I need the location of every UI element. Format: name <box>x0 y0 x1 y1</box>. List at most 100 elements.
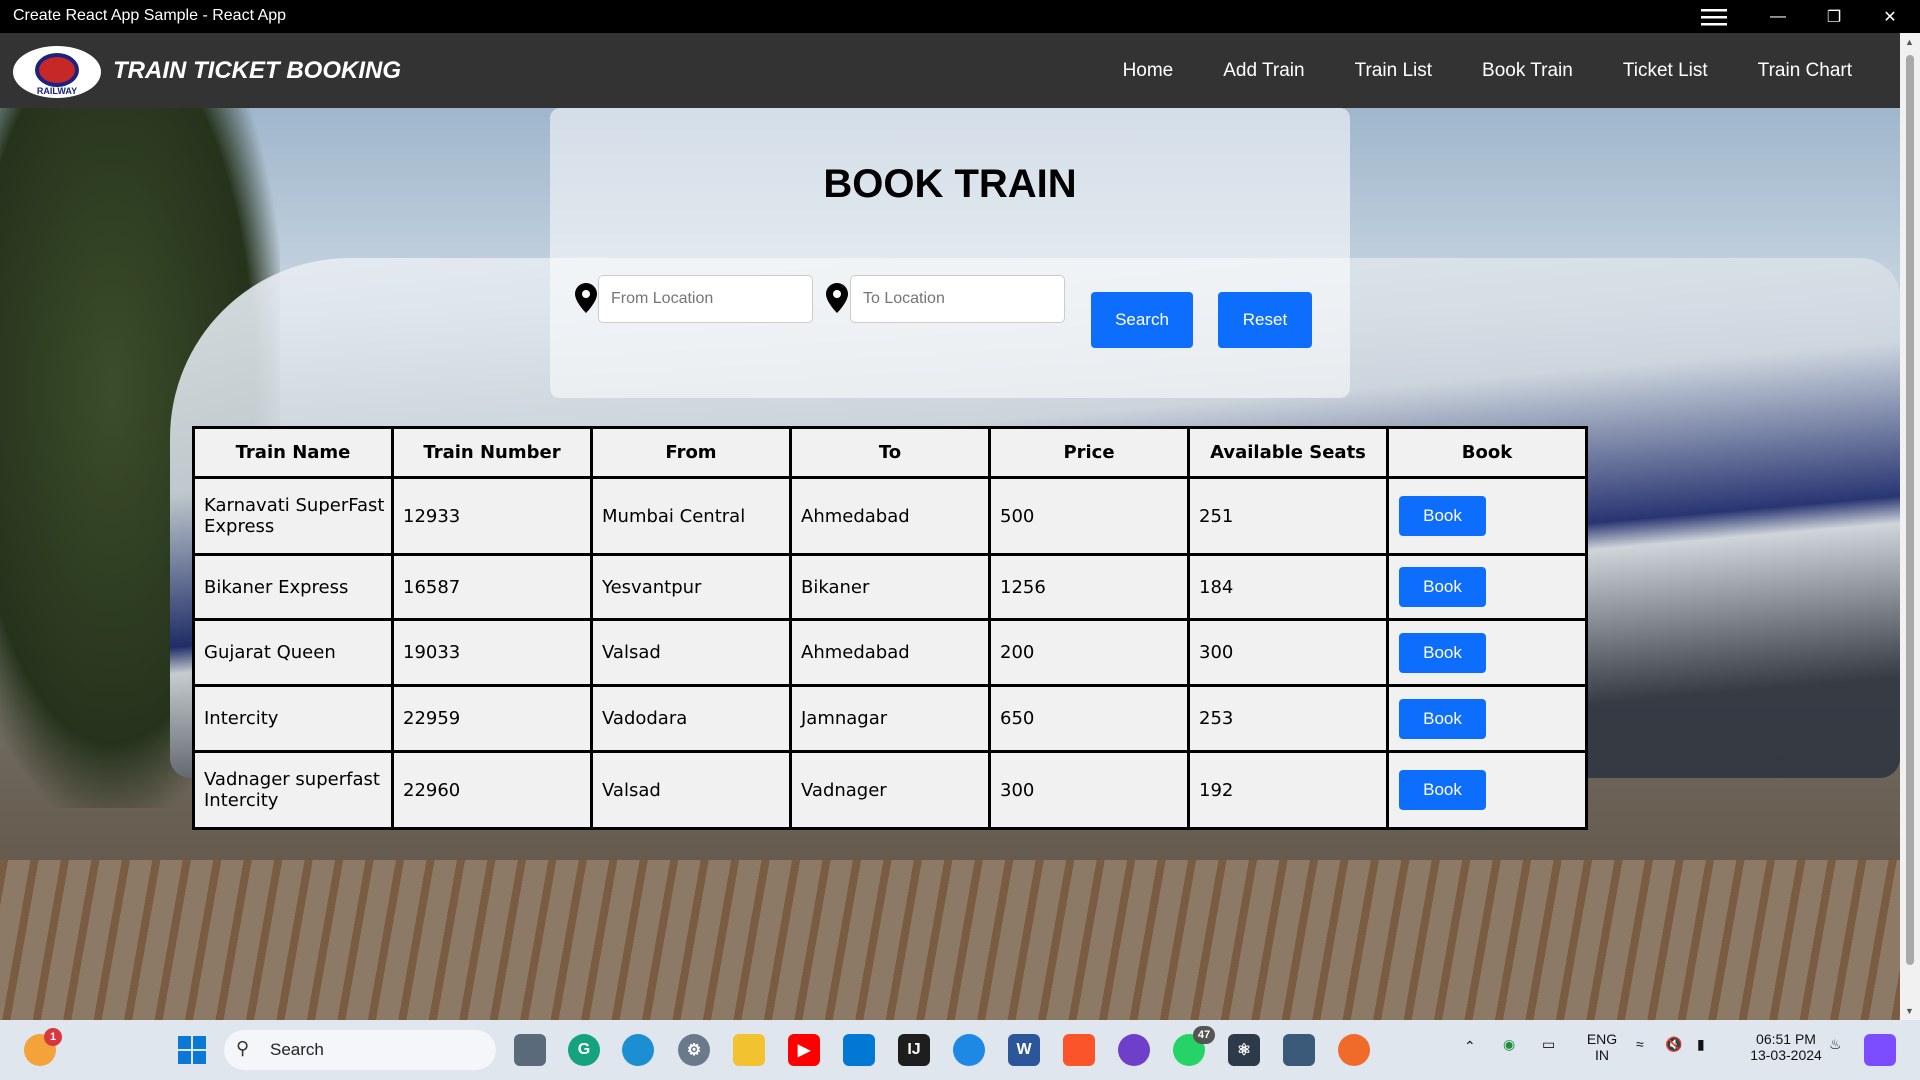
app-icon[interactable] <box>1283 1034 1315 1066</box>
page-title: BOOK TRAIN <box>823 162 1077 206</box>
logo-text: RAILWAY <box>36 86 78 96</box>
location-pin-icon <box>826 283 848 313</box>
windows-taskbar: 1 ⚲ Search G ⚙ ▶ IJ W 47 ⚛ ⌃ ◉ ▭ ENG IN … <box>0 1020 1920 1080</box>
minimize-icon[interactable]: — <box>1750 0 1806 33</box>
edge-icon[interactable] <box>622 1034 654 1066</box>
cell-to: Bikaner <box>792 556 988 618</box>
cell-to: Ahmedabad <box>792 621 988 684</box>
reset-button[interactable]: Reset <box>1218 292 1312 348</box>
brand-title[interactable]: TRAIN TICKET BOOKING <box>113 57 401 85</box>
page-viewport: RAILWAY TRAIN TICKET BOOKING Home Add Tr… <box>0 33 1900 1020</box>
window-titlebar: Create React App Sample - React App — ❐ … <box>0 0 1920 33</box>
cell-price: 300 <box>991 753 1187 827</box>
cell-train-name: Gujarat Queen <box>195 621 391 684</box>
cell-from: Mumbai Central <box>593 479 789 553</box>
cell-book: Book <box>1389 621 1585 684</box>
search-button[interactable]: Search <box>1091 292 1193 348</box>
header-from: From <box>593 429 789 476</box>
taskbar-search-box[interactable]: ⚲ Search <box>224 1030 496 1070</box>
cell-train-number: 22960 <box>394 753 590 827</box>
table-row: Intercity 22959 Vadodara Jamnagar 650 25… <box>195 687 1585 750</box>
cell-price: 500 <box>991 479 1187 553</box>
cell-train-number: 22959 <box>394 687 590 750</box>
railway-logo[interactable]: RAILWAY <box>13 46 101 98</box>
tracks-decoration <box>0 860 1900 1020</box>
notification-badge: 1 <box>44 1028 62 1046</box>
taskbar-search-label: Search <box>270 1040 324 1059</box>
book-button[interactable]: Book <box>1399 770 1486 810</box>
security-shield-icon[interactable]: ◉ <box>1503 1036 1515 1053</box>
header-available-seats: Available Seats <box>1190 429 1386 476</box>
whatsapp-icon[interactable]: 47 <box>1173 1026 1215 1066</box>
hamburger-menu-icon[interactable] <box>1686 0 1742 33</box>
cell-book: Book <box>1389 556 1585 618</box>
github-icon[interactable] <box>1118 1034 1150 1066</box>
postman-icon[interactable] <box>1338 1034 1370 1066</box>
settings-gear-icon[interactable]: ⚙ <box>678 1034 710 1066</box>
copilot-icon[interactable] <box>1864 1034 1896 1066</box>
table-row: Vadnager superfast Intercity 22960 Valsa… <box>195 753 1585 827</box>
header-book: Book <box>1389 429 1585 476</box>
book-button[interactable]: Book <box>1399 632 1486 673</box>
cell-from: Valsad <box>593 621 789 684</box>
cell-from: Vadodara <box>593 687 789 750</box>
to-location-input[interactable] <box>850 275 1065 323</box>
book-button[interactable]: Book <box>1399 496 1486 536</box>
display-icon[interactable]: ▭ <box>1542 1036 1555 1053</box>
nav-train-list[interactable]: Train List <box>1355 60 1432 82</box>
cell-book: Book <box>1389 687 1585 750</box>
scroll-up-icon[interactable]: ▲ <box>1905 37 1914 47</box>
cell-from: Valsad <box>593 753 789 827</box>
book-button[interactable]: Book <box>1399 698 1486 739</box>
windows-start-icon[interactable] <box>176 1034 208 1066</box>
scrollbar-thumb[interactable] <box>1906 55 1914 965</box>
header-price: Price <box>991 429 1187 476</box>
header-train-number: Train Number <box>394 429 590 476</box>
cell-train-name: Bikaner Express <box>195 556 391 618</box>
header-to: To <box>792 429 988 476</box>
word-icon[interactable]: W <box>1008 1034 1040 1066</box>
volume-muted-icon[interactable]: 🔇 <box>1665 1036 1682 1053</box>
nav-home[interactable]: Home <box>1123 60 1174 82</box>
cell-seats: 253 <box>1190 687 1386 750</box>
vertical-scrollbar[interactable]: ▲ ▼ <box>1900 33 1920 1020</box>
clock[interactable]: 06:51 PM 13-03-2024 <box>1746 1031 1826 1063</box>
cell-to: Vadnager <box>792 753 988 827</box>
cell-train-name: Karnavati SuperFast Express <box>195 479 391 553</box>
react-icon[interactable]: ⚛ <box>1228 1034 1260 1066</box>
table-header-row: Train Name Train Number From To Price Av… <box>195 429 1585 476</box>
table-row: Bikaner Express 16587 Yesvantpur Bikaner… <box>195 556 1585 618</box>
scroll-down-icon[interactable]: ▼ <box>1905 1006 1914 1016</box>
cell-seats: 192 <box>1190 753 1386 827</box>
nav-train-chart[interactable]: Train Chart <box>1758 60 1852 82</box>
from-location-input[interactable] <box>598 275 813 323</box>
nav-add-train[interactable]: Add Train <box>1223 60 1304 82</box>
brave-icon[interactable] <box>1063 1034 1095 1066</box>
table-row: Karnavati SuperFast Express 12933 Mumbai… <box>195 479 1585 553</box>
file-explorer-icon[interactable] <box>733 1034 765 1066</box>
youtube-icon[interactable]: ▶ <box>788 1034 820 1066</box>
weather-icon[interactable]: 1 <box>24 1028 62 1066</box>
task-view-icon[interactable] <box>514 1034 546 1066</box>
app-icon[interactable] <box>953 1034 985 1066</box>
intellij-icon[interactable]: IJ <box>898 1034 930 1066</box>
cell-train-name: Intercity <box>195 687 391 750</box>
region-label: IN <box>1595 1047 1609 1063</box>
cell-price: 650 <box>991 687 1187 750</box>
cell-train-number: 19033 <box>394 621 590 684</box>
notification-bell-icon[interactable]: ♨ <box>1829 1036 1842 1053</box>
book-button[interactable]: Book <box>1399 567 1486 607</box>
cell-book: Book <box>1389 753 1585 827</box>
nav-ticket-list[interactable]: Ticket List <box>1623 60 1708 82</box>
location-pin-icon <box>575 283 597 313</box>
nav-book-train[interactable]: Book Train <box>1482 60 1573 82</box>
close-icon[interactable]: ✕ <box>1862 0 1918 33</box>
grammarly-icon[interactable]: G <box>568 1034 600 1066</box>
vscode-icon[interactable] <box>843 1034 875 1066</box>
battery-icon[interactable]: ▮ <box>1697 1036 1705 1053</box>
wifi-icon[interactable]: ≈ <box>1636 1036 1644 1052</box>
restore-icon[interactable]: ❐ <box>1806 0 1862 33</box>
language-indicator[interactable]: ENG IN <box>1585 1031 1619 1063</box>
navbar: RAILWAY TRAIN TICKET BOOKING Home Add Tr… <box>0 33 1900 108</box>
chevron-up-icon[interactable]: ⌃ <box>1464 1038 1476 1055</box>
